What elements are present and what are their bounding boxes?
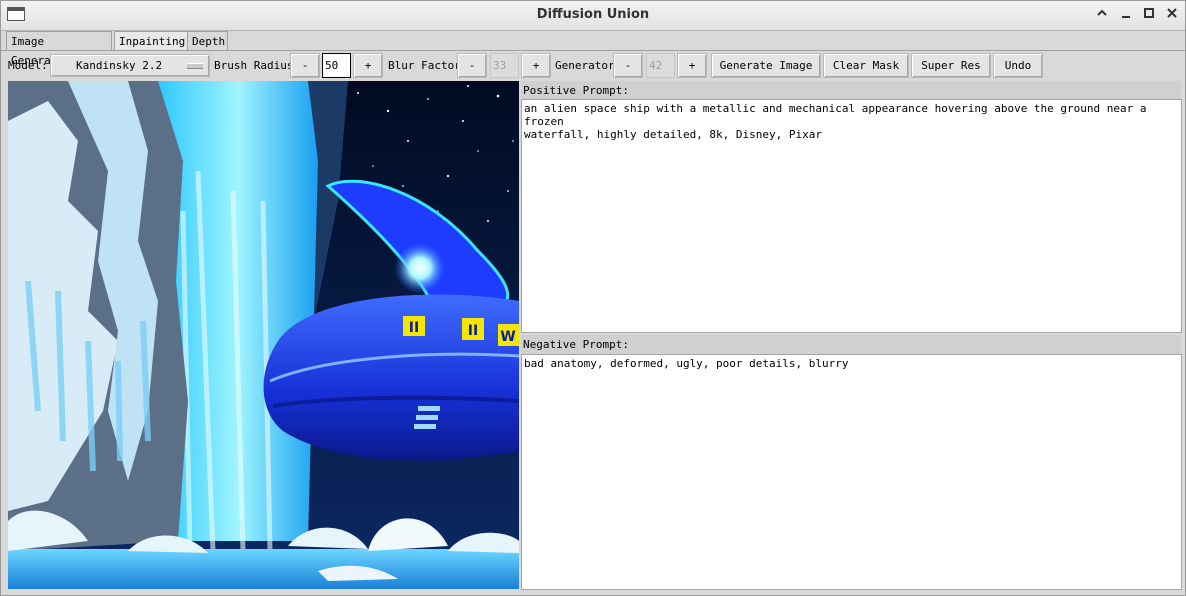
model-select-value: Kandinsky 2.2 <box>76 59 163 72</box>
minimize-icon[interactable] <box>1116 6 1136 26</box>
positive-prompt-label: Positive Prompt: <box>521 81 1181 100</box>
dropdown-indicator-icon <box>187 63 203 69</box>
app-window: Diffusion Union Image Generation Inpaint… <box>0 0 1186 596</box>
ship-marking-3: W <box>500 329 515 345</box>
negative-prompt-label: Negative Prompt: <box>521 335 1181 354</box>
generator-increase-button[interactable]: + <box>677 53 707 78</box>
blur-factor-label: Blur Factor <box>388 59 461 72</box>
generator-decrease-button[interactable]: - <box>613 53 643 78</box>
blur-factor-input[interactable]: 33 <box>490 53 519 78</box>
inpainting-canvas[interactable]: II II W <box>8 81 519 589</box>
title-bar: Diffusion Union <box>1 1 1185 31</box>
negative-prompt-textarea[interactable]: bad anatomy, deformed, ugly, poor detail… <box>521 354 1182 590</box>
model-label: Model: <box>8 59 48 72</box>
brush-radius-input[interactable]: 50 <box>322 53 351 78</box>
blur-factor-increase-button[interactable]: + <box>521 53 551 78</box>
generator-seed-input[interactable]: 42 <box>646 53 675 78</box>
model-select[interactable]: Kandinsky 2.2 <box>50 54 210 77</box>
ship-marking-1: II <box>409 320 419 336</box>
toolbar-divider <box>1 50 1185 51</box>
tab-depth[interactable]: Depth <box>187 31 228 50</box>
tab-image-generation[interactable]: Image Generation <box>6 31 112 67</box>
window-title: Diffusion Union <box>536 7 650 22</box>
brush-radius-label: Brush Radius <box>214 59 294 72</box>
super-res-button[interactable]: Super Res <box>911 53 991 78</box>
maximize-icon[interactable] <box>1139 6 1159 26</box>
brush-radius-increase-button[interactable]: + <box>353 53 383 78</box>
clear-mask-button[interactable]: Clear Mask <box>823 53 909 78</box>
blur-factor-decrease-button[interactable]: - <box>457 53 487 78</box>
close-icon[interactable] <box>1162 6 1182 26</box>
chevron-up-icon[interactable] <box>1092 6 1112 26</box>
brush-radius-decrease-button[interactable]: - <box>290 53 320 78</box>
generated-image: II II W <box>8 81 519 589</box>
generator-label: Generator <box>555 59 615 72</box>
ship-marking-2: II <box>468 323 478 339</box>
generate-image-button[interactable]: Generate Image <box>711 53 821 78</box>
tab-inpainting[interactable]: Inpainting <box>114 31 190 51</box>
positive-prompt-textarea[interactable]: an alien space ship with a metallic and … <box>521 99 1182 333</box>
undo-button[interactable]: Undo <box>993 53 1043 78</box>
